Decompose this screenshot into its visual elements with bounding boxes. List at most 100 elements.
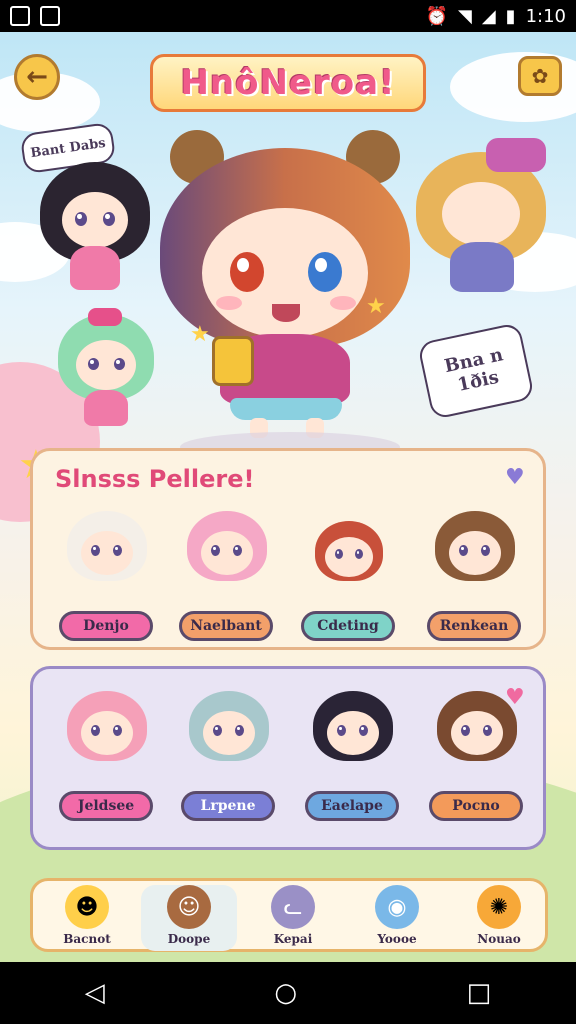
bow <box>88 308 122 326</box>
eye <box>91 545 100 556</box>
nav-label: Bacnot <box>63 932 111 946</box>
character-name: Pocno <box>429 791 523 821</box>
character-card[interactable]: Jeldsee <box>53 691 163 821</box>
face <box>203 711 255 755</box>
eye <box>88 358 99 370</box>
character-name: Naelbant <box>179 611 273 641</box>
character-panel-2: Jeldsee Lrpene Eaelape Pocno ♥ <box>30 666 546 850</box>
game-bottom-nav: ☻ Bacnot ☺ Doope ᓚ Kepai ◉ Yoooe ✺ Nouao <box>30 878 548 952</box>
character-card[interactable]: Renkean <box>421 511 531 641</box>
character-name: Cdeting <box>301 611 395 641</box>
top-bar: ← HnôNeroa! ✿ <box>0 52 576 122</box>
sun-face-icon: ☻ <box>65 885 109 929</box>
nav-item-doope[interactable]: ☺ Doope <box>141 885 237 951</box>
star-icon: ★ <box>190 322 210 347</box>
uniform <box>450 242 514 292</box>
status-bar: ⏰ ◥ ◢ ▮ 1:10 <box>0 0 576 32</box>
character-card[interactable]: Cdeting <box>295 511 405 641</box>
character-name: Denjo <box>59 611 153 641</box>
eye <box>113 725 122 736</box>
wifi-icon: ◥ <box>457 5 472 27</box>
scroll-item <box>212 336 254 386</box>
blush <box>216 296 242 310</box>
home-circle-icon[interactable]: ○ <box>274 978 297 1008</box>
nav-item-yoooe[interactable]: ◉ Yoooe <box>349 885 445 951</box>
mouth <box>272 304 300 322</box>
face <box>62 192 128 248</box>
character-card[interactable]: Pocno <box>423 691 533 821</box>
character-dark-hair <box>313 691 393 781</box>
blush <box>330 296 356 310</box>
character-blonde[interactable] <box>416 138 546 302</box>
dress <box>70 246 120 290</box>
eye <box>355 549 363 559</box>
eye-red <box>230 252 264 292</box>
bow <box>486 138 546 172</box>
orb-icon: ◉ <box>375 885 419 929</box>
character-card[interactable]: Eaelape <box>299 691 409 821</box>
nav-label: Doope <box>167 932 211 946</box>
heart-icon: ♥ <box>505 465 525 490</box>
back-arrow-icon: ← <box>26 62 48 92</box>
face <box>81 531 133 575</box>
face <box>76 340 136 390</box>
eye <box>459 545 468 556</box>
face <box>201 531 253 575</box>
face <box>451 711 503 755</box>
back-triangle-icon[interactable]: ◁ <box>85 978 105 1008</box>
character-green-hair[interactable] <box>58 308 154 434</box>
eye <box>483 725 492 736</box>
clock: 1:10 <box>525 5 566 27</box>
character-name: Lrpene <box>181 791 275 821</box>
character-card[interactable]: Lrpene <box>175 691 285 821</box>
flower-face-icon: ✺ <box>477 885 521 929</box>
back-button[interactable]: ← <box>14 54 60 100</box>
eye <box>235 725 244 736</box>
eye <box>213 725 222 736</box>
eye <box>103 212 115 226</box>
face <box>449 531 501 575</box>
character-card[interactable]: Naelbant <box>173 511 283 641</box>
system-nav-bar: ◁ ○ □ <box>0 962 576 1024</box>
skirt <box>230 398 342 420</box>
nav-label: Yoooe <box>377 932 417 946</box>
eye <box>91 725 100 736</box>
menu-button[interactable]: ✿ <box>518 56 562 96</box>
recents-square-icon[interactable]: □ <box>467 978 492 1008</box>
character-red-hair <box>309 521 389 601</box>
star-icon: ★ <box>366 294 386 319</box>
character-white-hair <box>67 511 147 601</box>
nav-item-bacnot[interactable]: ☻ Bacnot <box>39 885 135 951</box>
eye <box>461 725 470 736</box>
paw-icon: ✿ <box>531 64 549 88</box>
eye <box>75 212 87 226</box>
character-card[interactable]: Denjo <box>53 511 163 641</box>
nav-item-nouao[interactable]: ✺ Nouao <box>451 885 547 951</box>
eye <box>114 358 125 370</box>
notification-icon <box>10 6 30 26</box>
eye-blue <box>308 252 342 292</box>
character-name: Renkean <box>427 611 521 641</box>
eye <box>337 725 346 736</box>
face <box>442 182 520 246</box>
eye <box>335 549 343 559</box>
nav-label: Nouao <box>477 932 521 946</box>
battery-icon: ▮ <box>505 5 516 27</box>
main-character[interactable] <box>150 128 420 438</box>
game-title: HnôNeroa! <box>150 54 426 112</box>
character-name: Jeldsee <box>59 791 153 821</box>
gallery-icon <box>40 6 60 26</box>
signal-icon: ◢ <box>481 5 496 27</box>
character-black-hair[interactable] <box>40 162 150 302</box>
nav-item-kepai[interactable]: ᓚ Kepai <box>245 885 341 951</box>
eye <box>359 725 368 736</box>
eye <box>233 545 242 556</box>
character-brown-hair <box>435 511 515 601</box>
character-panel-1: Slnsss Pellere! ♥ Denjo Naelbant Cdeting… <box>30 448 546 650</box>
character-teal-hair <box>189 691 269 781</box>
face <box>325 537 373 577</box>
character-name: Eaelape <box>305 791 399 821</box>
character-face-icon: ☺ <box>167 885 211 929</box>
eye <box>113 545 122 556</box>
heart-icon: ♥ <box>505 685 525 710</box>
